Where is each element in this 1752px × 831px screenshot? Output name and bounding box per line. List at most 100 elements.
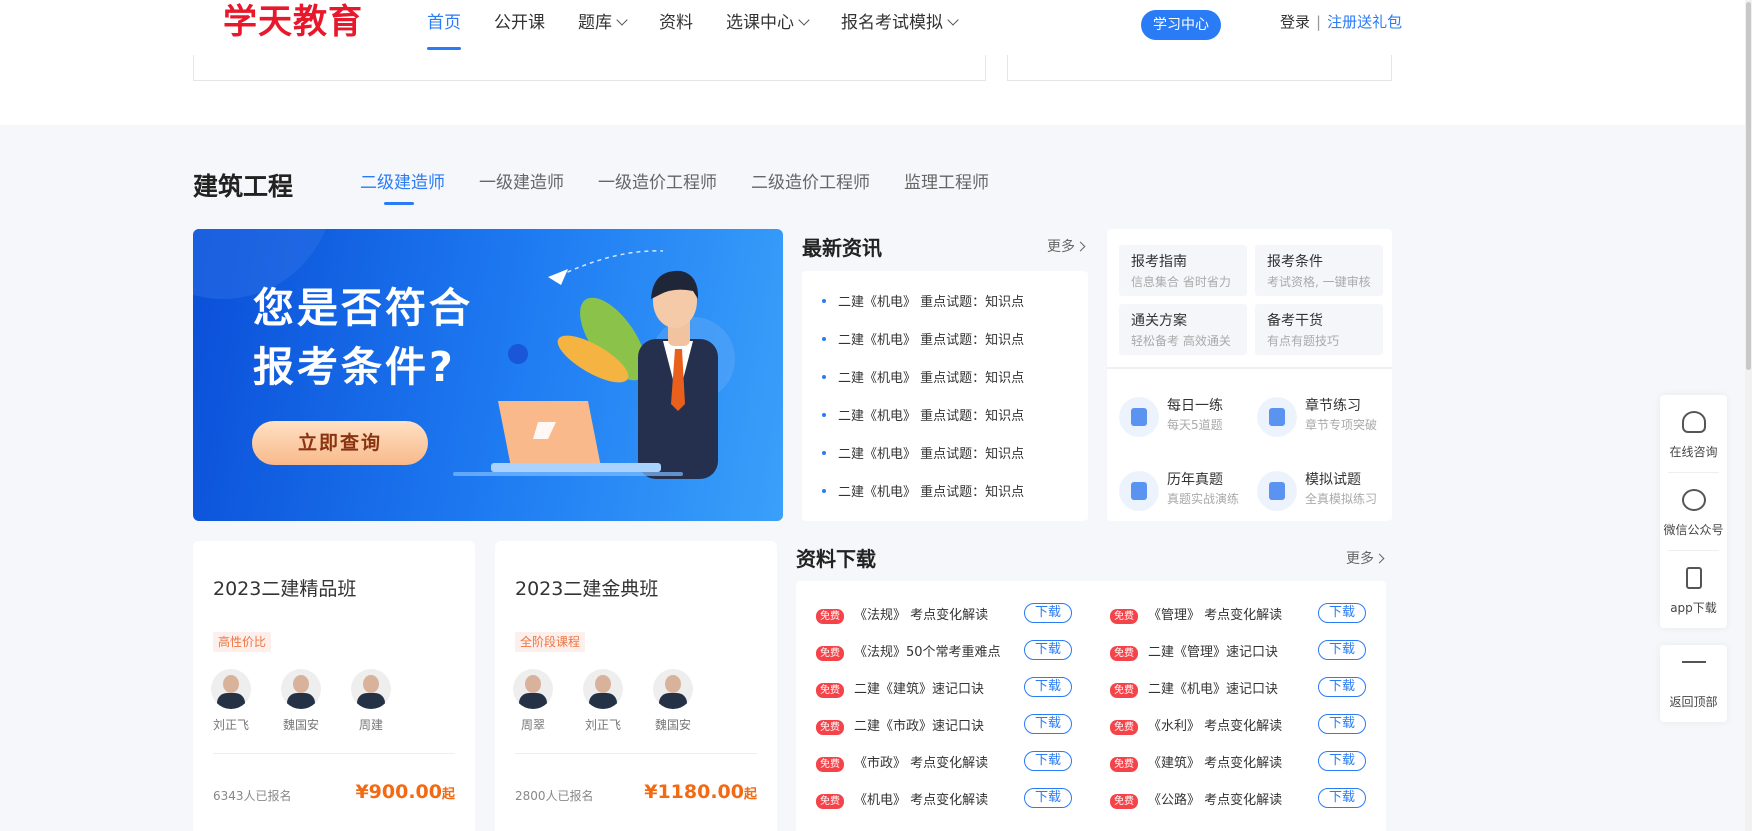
tab-level1-cost-engineer[interactable]: 一级造价工程师 bbox=[598, 170, 717, 196]
header: 学天教育 首页 公开课 题库 资料 选课中心 报名考试模拟 学习中心 登录 | 注册… bbox=[0, 0, 1752, 125]
download-button[interactable]: 下载 bbox=[1024, 640, 1072, 660]
back-to-top-button[interactable]: 返回顶部 bbox=[1660, 645, 1727, 722]
float-label: app下载 bbox=[1670, 601, 1717, 615]
logo[interactable]: 学天教育 bbox=[223, 0, 363, 44]
download-button[interactable]: 下载 bbox=[1318, 788, 1366, 808]
news-item[interactable]: 二建《机电》 重点试题：知识点 bbox=[821, 367, 1024, 386]
download-name[interactable]: 二建《市政》速记口诀 bbox=[854, 715, 984, 734]
download-item: 免费 《公路》 考点变化解读 下载 bbox=[1110, 788, 1380, 810]
nav-exam-sim-label: 报名考试模拟 bbox=[841, 13, 943, 33]
download-name[interactable]: 二建《管理》速记口诀 bbox=[1148, 641, 1278, 660]
downloads-more-label: 更多 bbox=[1346, 551, 1374, 567]
guide-card-title: 通关方案 bbox=[1131, 313, 1187, 329]
downloads-more-link[interactable]: 更多 bbox=[1346, 548, 1385, 568]
download-name[interactable]: 《水利》 考点变化解读 bbox=[1148, 715, 1282, 734]
nav-home[interactable]: 首页 bbox=[427, 0, 461, 50]
guide-card-study-tips[interactable]: 备考干货 有点有题技巧 bbox=[1255, 304, 1383, 355]
teacher-name: 周建 bbox=[358, 718, 383, 732]
wechat-button[interactable]: 微信公众号 bbox=[1660, 473, 1727, 550]
nav-open-class[interactable]: 公开课 bbox=[494, 0, 545, 50]
course-price: ¥900.00起 bbox=[355, 781, 455, 803]
downloads-title: 资料下载 bbox=[796, 547, 876, 571]
banner-headline-1: 您是否符合 bbox=[253, 284, 473, 332]
app-download-button[interactable]: app下载 bbox=[1660, 551, 1727, 628]
nav-exam-sim[interactable]: 报名考试模拟 bbox=[841, 0, 959, 50]
nav-question-bank[interactable]: 题库 bbox=[578, 0, 628, 50]
guide-card-subtitle: 轻松备考 高效通关 bbox=[1131, 334, 1231, 348]
news-item[interactable]: 二建《机电》 重点试题：知识点 bbox=[821, 291, 1024, 310]
headset-icon bbox=[1682, 411, 1706, 433]
download-button[interactable]: 下载 bbox=[1318, 640, 1366, 660]
course-price: ¥1180.00起 bbox=[644, 781, 757, 803]
download-name[interactable]: 二建《建筑》速记口诀 bbox=[854, 678, 984, 697]
practice-title: 历年真题 bbox=[1167, 472, 1223, 488]
enrolled-count: 2800人已报名 bbox=[515, 789, 594, 803]
teacher: 周建 bbox=[341, 669, 401, 733]
chevron-down-icon bbox=[947, 14, 959, 26]
download-item: 免费 二建《市政》速记口诀 下载 bbox=[816, 714, 1086, 736]
free-badge: 免费 bbox=[816, 609, 844, 624]
download-name[interactable]: 《法规》50个常考重难点 bbox=[854, 641, 1001, 660]
download-button[interactable]: 下载 bbox=[1024, 714, 1072, 734]
news-item[interactable]: 二建《机电》 重点试题：知识点 bbox=[821, 329, 1024, 348]
free-badge: 免费 bbox=[1110, 794, 1138, 809]
login-link[interactable]: 登录 bbox=[1280, 13, 1310, 31]
practice-chapter[interactable]: 章节练习 章节专项突破 bbox=[1257, 393, 1397, 443]
tab-supervision-engineer[interactable]: 监理工程师 bbox=[904, 170, 989, 196]
teacher: 魏国安 bbox=[271, 669, 331, 733]
guide-card-eligibility[interactable]: 报考条件 考试资格, 一键审核 bbox=[1255, 245, 1383, 296]
download-button[interactable]: 下载 bbox=[1024, 603, 1072, 623]
teacher: 魏国安 bbox=[643, 669, 703, 733]
course-card[interactable]: 2023二建金典班 全阶段课程 周翠 刘正飞 魏国安 2800人已报名 ¥118… bbox=[495, 541, 777, 831]
news-item[interactable]: 二建《机电》 重点试题：知识点 bbox=[821, 405, 1024, 424]
register-link[interactable]: 注册送礼包 bbox=[1327, 13, 1402, 31]
free-badge: 免费 bbox=[1110, 646, 1138, 661]
tab-level2-cost-engineer[interactable]: 二级造价工程师 bbox=[751, 170, 870, 196]
scrollbar-thumb[interactable] bbox=[1746, 2, 1751, 370]
guide-card-pass-plan[interactable]: 通关方案轻松备考 高效通关 bbox=[1119, 304, 1247, 355]
practice-mock-tests[interactable]: 模拟试题 全真模拟练习 bbox=[1257, 467, 1397, 517]
news-more-link[interactable]: 更多 bbox=[1047, 236, 1086, 256]
promo-banner[interactable]: 您是否符合 报考条件? 立即查询 bbox=[193, 229, 783, 521]
download-button[interactable]: 下载 bbox=[1318, 751, 1366, 771]
avatar bbox=[653, 669, 693, 709]
download-button[interactable]: 下载 bbox=[1024, 751, 1072, 771]
online-consult-button[interactable]: 在线咨询 bbox=[1660, 395, 1727, 472]
tab-level1-constructor[interactable]: 一级建造师 bbox=[479, 170, 564, 196]
course-card[interactable]: 2023二建精品班 高性价比 刘正飞 魏国安 周建 6343人已报名 ¥900.… bbox=[193, 541, 475, 831]
course-tag: 高性价比 bbox=[213, 632, 272, 652]
download-name[interactable]: 《市政》 考点变化解读 bbox=[854, 752, 988, 771]
download-button[interactable]: 下载 bbox=[1318, 714, 1366, 734]
free-badge: 免费 bbox=[1110, 609, 1138, 624]
download-name[interactable]: 《管理》 考点变化解读 bbox=[1148, 604, 1282, 623]
banner-query-button[interactable]: 立即查询 bbox=[252, 421, 428, 465]
news-item[interactable]: 二建《机电》 重点试题：知识点 bbox=[821, 481, 1024, 500]
enrolled-count: 6343人已报名 bbox=[213, 789, 292, 803]
chevron-right-icon bbox=[1075, 241, 1086, 252]
download-button[interactable]: 下载 bbox=[1318, 677, 1366, 697]
download-name[interactable]: 《法规》 考点变化解读 bbox=[854, 604, 988, 623]
nav-materials[interactable]: 资料 bbox=[659, 0, 693, 50]
free-badge: 免费 bbox=[1110, 757, 1138, 772]
download-name[interactable]: 二建《机电》速记口诀 bbox=[1148, 678, 1278, 697]
download-button[interactable]: 下载 bbox=[1024, 677, 1072, 697]
download-item: 免费 二建《机电》速记口诀 下载 bbox=[1110, 677, 1380, 699]
study-center-button[interactable]: 学习中心 bbox=[1141, 10, 1221, 40]
download-name[interactable]: 《公路》 考点变化解读 bbox=[1148, 789, 1282, 808]
download-name[interactable]: 《机电》 考点变化解读 bbox=[854, 789, 988, 808]
download-button[interactable]: 下载 bbox=[1024, 788, 1072, 808]
free-badge: 免费 bbox=[816, 646, 844, 661]
free-badge: 免费 bbox=[816, 683, 844, 698]
avatar bbox=[351, 669, 391, 709]
download-name[interactable]: 《建筑》 考点变化解读 bbox=[1148, 752, 1282, 771]
practice-daily[interactable]: 每日一练 每天5道题 bbox=[1119, 393, 1259, 443]
nav-course-center[interactable]: 选课中心 bbox=[726, 0, 810, 50]
download-button[interactable]: 下载 bbox=[1318, 603, 1366, 623]
tab-level2-constructor[interactable]: 二级建造师 bbox=[360, 170, 445, 205]
auth-links: 登录 | 注册送礼包 bbox=[1280, 0, 1402, 44]
past-exams-icon bbox=[1119, 471, 1159, 511]
practice-past-exams[interactable]: 历年真题 真题实战演练 bbox=[1119, 467, 1259, 517]
guide-card-subtitle: 考试资格, 一键审核 bbox=[1267, 275, 1371, 289]
guide-card-exam-guide[interactable]: 报考指南 信息集合 省时省力 bbox=[1119, 245, 1247, 296]
news-item[interactable]: 二建《机电》 重点试题：知识点 bbox=[821, 443, 1024, 462]
